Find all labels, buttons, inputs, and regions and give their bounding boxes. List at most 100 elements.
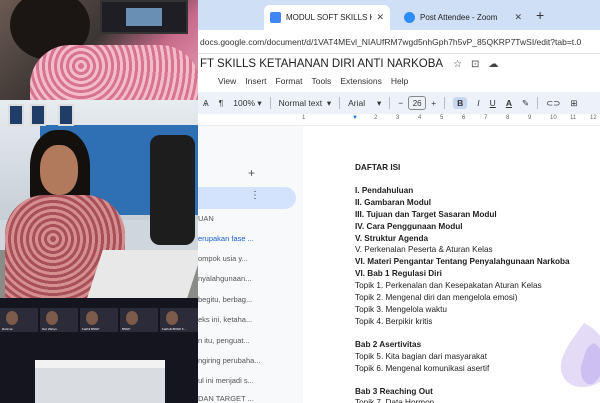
zoom-select[interactable]: 100% ▾ <box>233 98 261 109</box>
gallery-thumb[interactable]: BNNP <box>120 308 158 332</box>
divider <box>389 97 391 109</box>
office-chair <box>150 135 195 245</box>
url-text[interactable]: docs.google.com/document/d/1VAT4MEvl_NIA… <box>198 37 581 47</box>
outline-item[interactable]: ul ini menjadi s... <box>198 376 254 385</box>
tab-modul-doc[interactable]: MODUL SOFT SKILLS KETAHAN ✕ <box>264 5 390 30</box>
zoom-icon <box>404 12 415 23</box>
menu-tools[interactable]: Tools <box>311 76 331 86</box>
document-canvas[interactable]: DAFTAR ISI I. Pendahuluan II. Gambaran Mod… <box>303 126 600 403</box>
ruler-tick: 2 <box>374 115 378 121</box>
address-bar[interactable]: docs.google.com/document/d/1VAT4MEvl_NIA… <box>198 30 600 54</box>
video-tile-gallery[interactable]: Rahmat Dwi Wahyu Fadhli BNNP BNNP Fadhul… <box>0 298 198 403</box>
toc-line[interactable]: III. Tujuan dan Target Sasaran Modul <box>355 209 595 221</box>
star-icon[interactable]: ☆ <box>453 59 462 70</box>
outline-item[interactable]: erupakan fase ... <box>198 234 254 243</box>
doc-title[interactable]: FT SKILLS KETAHANAN DIRI ANTI NARKOBA <box>200 58 443 70</box>
toc-line[interactable]: Topik 2. Mengenal diri dan mengelola emo… <box>355 292 595 304</box>
outline-item[interactable]: ompok usia y... <box>198 254 248 263</box>
ruler-tick: 4 <box>418 115 422 121</box>
toc-line[interactable]: Topik 1. Perkenalan dan Kesepakatan Atur… <box>355 280 595 292</box>
toc-line[interactable]: V. Perkenalan Peserta & Aturan Kelas <box>355 244 595 256</box>
divider <box>444 97 446 109</box>
highlight-icon[interactable]: ✎ <box>522 98 529 109</box>
menu-insert[interactable]: Insert <box>245 76 266 86</box>
font-select[interactable]: Arial ▾ <box>348 98 381 109</box>
text-color-button[interactable]: A <box>506 98 512 108</box>
toc-line[interactable]: V. Struktur Agenda <box>355 233 595 245</box>
ruler-tick: 5 <box>440 115 444 121</box>
menu-bar: View Insert Format Tools Extensions Help <box>198 74 600 88</box>
tab-label: MODUL SOFT SKILLS KETAHAN <box>286 13 373 22</box>
ruler-tick: 10 <box>550 115 557 121</box>
link-icon[interactable]: ⊂⊃ <box>546 98 560 109</box>
gallery-name: Rahmat <box>2 327 13 331</box>
toc-line[interactable]: DAFTAR ISI <box>355 162 595 174</box>
outline-item[interactable]: UAN <box>198 214 214 223</box>
outline-selected-tab[interactable] <box>198 187 296 209</box>
outline-item[interactable]: DAN TARGET ... <box>198 394 254 403</box>
toc-line[interactable]: II. Gambaran Modul <box>355 197 595 209</box>
tab-bar: MODUL SOFT SKILLS KETAHAN ✕ Post Attende… <box>198 0 600 30</box>
decrease-size-icon[interactable]: − <box>398 98 403 108</box>
bold-button[interactable]: B <box>453 97 468 109</box>
italic-button[interactable]: I <box>477 98 479 108</box>
gallery-strip: Rahmat Dwi Wahyu Fadhli BNNP BNNP Fadhul… <box>0 308 198 332</box>
close-icon[interactable]: ✕ <box>514 12 522 23</box>
outline-item[interactable]: nyalahgunaan... <box>198 274 251 283</box>
menu-help[interactable]: Help <box>391 76 408 86</box>
outline-item[interactable]: n itu, penguat... <box>198 336 250 345</box>
increase-size-icon[interactable]: + <box>431 98 436 108</box>
gallery-name: BNNP <box>122 327 131 331</box>
toc-line[interactable]: I. Pendahuluan <box>355 185 595 197</box>
indent-marker-icon[interactable]: ▼ <box>352 115 358 121</box>
browser-window: MODUL SOFT SKILLS KETAHAN ✕ Post Attende… <box>198 0 600 403</box>
menu-view[interactable]: View <box>218 76 236 86</box>
ruler[interactable]: 1 ▼ 2 3 4 5 6 7 8 9 10 11 12 <box>198 114 600 126</box>
document-page[interactable]: DAFTAR ISI I. Pendahuluan II. Gambaran Mod… <box>303 126 600 403</box>
decorative-shape <box>560 323 600 387</box>
participant-shirt <box>30 45 198 100</box>
tab-zoom[interactable]: Post Attendee - Zoom ✕ <box>398 5 528 30</box>
outline-item[interactable]: ngiring perubaha... <box>198 356 261 365</box>
gallery-thumb[interactable]: Dwi Wahyu <box>40 308 78 332</box>
style-value: Normal text <box>278 98 323 108</box>
font-size-input[interactable]: 26 <box>408 96 427 110</box>
outline-item[interactable]: eks ini, ketaha... <box>198 315 252 324</box>
close-icon[interactable]: ✕ <box>376 12 384 23</box>
menu-format[interactable]: Format <box>276 76 303 86</box>
doc-title-bar: FT SKILLS KETAHANAN DIRI ANTI NARKOBA ☆ … <box>198 54 600 74</box>
toc-line[interactable]: IV. Cara Penggunaan Modul <box>355 221 595 233</box>
participant-face <box>40 145 78 195</box>
toc-line[interactable]: VI. Materi Pengantar Tentang Penyalahgun… <box>355 256 595 268</box>
outline-item[interactable]: begitu, berbag... <box>198 295 252 304</box>
ruler-tick: 3 <box>396 115 400 121</box>
font-value: Arial <box>348 98 366 108</box>
toc-line[interactable]: Topik 7. Data Hormon <box>355 397 595 403</box>
gallery-thumb[interactable]: Rahmat <box>0 308 38 332</box>
video-tile-participant-2[interactable] <box>0 100 198 298</box>
room-view <box>35 368 165 403</box>
new-tab-button[interactable]: + <box>536 7 544 23</box>
add-tab-icon[interactable]: + <box>248 166 255 180</box>
video-tile-participant-1[interactable] <box>0 0 198 100</box>
divider <box>537 97 539 109</box>
toc-spacer[interactable] <box>355 174 595 185</box>
gallery-name: Dwi Wahyu <box>42 327 58 331</box>
participant-laptop <box>87 250 198 298</box>
menu-extensions[interactable]: Extensions <box>340 76 382 86</box>
document-outline: + ⋮ UAN erupakan fase ... ompok usia y..… <box>198 126 303 403</box>
ruler-tick: 9 <box>528 115 532 121</box>
move-folder-icon[interactable]: ⊡ <box>471 59 479 70</box>
comment-icon[interactable]: ⊞ <box>570 98 577 109</box>
ruler-tick: 1 <box>302 115 306 121</box>
paint-format-icon[interactable]: ¶ <box>219 98 224 108</box>
underline-button[interactable]: U <box>490 98 496 108</box>
spellcheck-icon[interactable]: Ѧ <box>203 98 209 108</box>
gallery-thumb[interactable]: Fadhull BNNP K... <box>160 308 198 332</box>
tab-label: Post Attendee - Zoom <box>420 13 498 22</box>
cloud-icon[interactable]: ☁ <box>488 59 498 70</box>
toc-line[interactable]: VI. Bab 1 Regulasi Diri <box>355 268 595 280</box>
more-icon[interactable]: ⋮ <box>250 190 260 201</box>
style-select[interactable]: Normal text ▾ <box>279 98 331 109</box>
gallery-thumb[interactable]: Fadhli BNNP <box>80 308 118 332</box>
